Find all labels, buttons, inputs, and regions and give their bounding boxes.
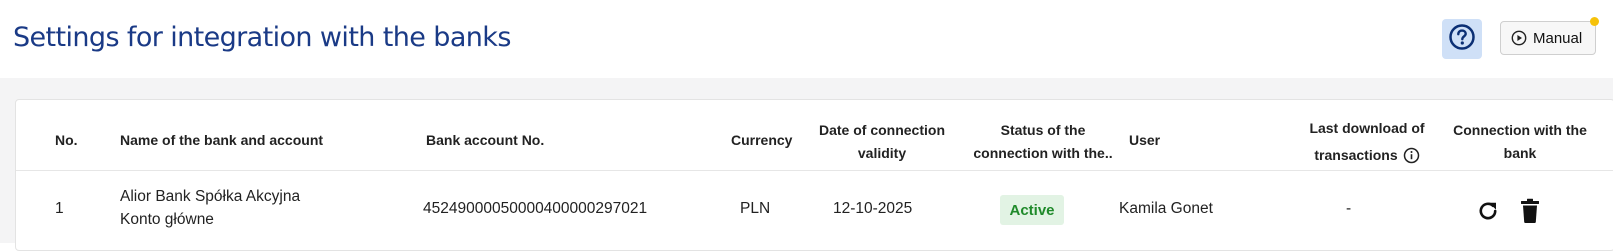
column-header-status-line1: Status of the	[1000, 122, 1086, 138]
manual-button-label: Manual	[1533, 29, 1583, 47]
cell-user: Kamila Gonet	[1119, 200, 1213, 217]
refresh-icon	[1476, 199, 1500, 223]
trash-icon	[1519, 198, 1541, 224]
column-header-user[interactable]: User	[1129, 129, 1160, 152]
cell-account-name: Konto główne	[120, 211, 214, 228]
cell-account-no: 45249000050000400000297021	[423, 200, 648, 217]
column-header-status[interactable]: Status of the connection with the..	[972, 119, 1114, 165]
column-header-currency[interactable]: Currency	[731, 129, 792, 152]
column-header-last-download-line2-wrap: transactions	[1293, 142, 1441, 169]
cell-currency: PLN	[740, 200, 771, 217]
page-title: Settings for integration with the banks	[13, 22, 511, 53]
column-header-status-line2: connection with the..	[973, 145, 1113, 161]
question-circle-icon	[1448, 23, 1476, 56]
cell-date: 12-10-2025	[833, 200, 913, 217]
page-header: Settings for integration with the banks …	[0, 0, 1613, 78]
cell-last-download: -	[1346, 200, 1352, 217]
header-row-divider	[16, 170, 1613, 171]
notification-dot	[1590, 17, 1599, 26]
column-header-date-line2: validity	[857, 145, 907, 161]
info-icon[interactable]	[1403, 147, 1420, 164]
column-header-last-download-line1: Last download of	[1309, 120, 1425, 136]
column-header-date-line1: Date of connection	[818, 122, 945, 138]
column-header-date[interactable]: Date of connection validity	[808, 119, 956, 165]
cell-no: 1	[55, 200, 64, 217]
column-header-connection[interactable]: Connection with the bank	[1449, 119, 1591, 165]
column-header-connection-line1: Connection with the	[1453, 122, 1587, 138]
column-header-last-download-line2: transactions	[1314, 147, 1398, 163]
column-header-connection-line2: bank	[1503, 145, 1537, 161]
status-badge: Active	[1000, 195, 1064, 225]
manual-button[interactable]: Manual	[1500, 21, 1596, 55]
column-header-account-no[interactable]: Bank account No.	[426, 129, 544, 152]
help-button[interactable]	[1442, 19, 1482, 59]
play-circle-icon	[1511, 30, 1527, 46]
column-header-no[interactable]: No.	[55, 129, 78, 152]
refresh-connection-button[interactable]	[1474, 197, 1502, 225]
column-header-bank[interactable]: Name of the bank and account	[120, 129, 323, 152]
column-header-last-download[interactable]: Last download of transactions	[1293, 115, 1441, 169]
cell-bank-name: Alior Bank Spółka Akcyjna	[120, 188, 301, 205]
delete-connection-button[interactable]	[1516, 196, 1544, 226]
